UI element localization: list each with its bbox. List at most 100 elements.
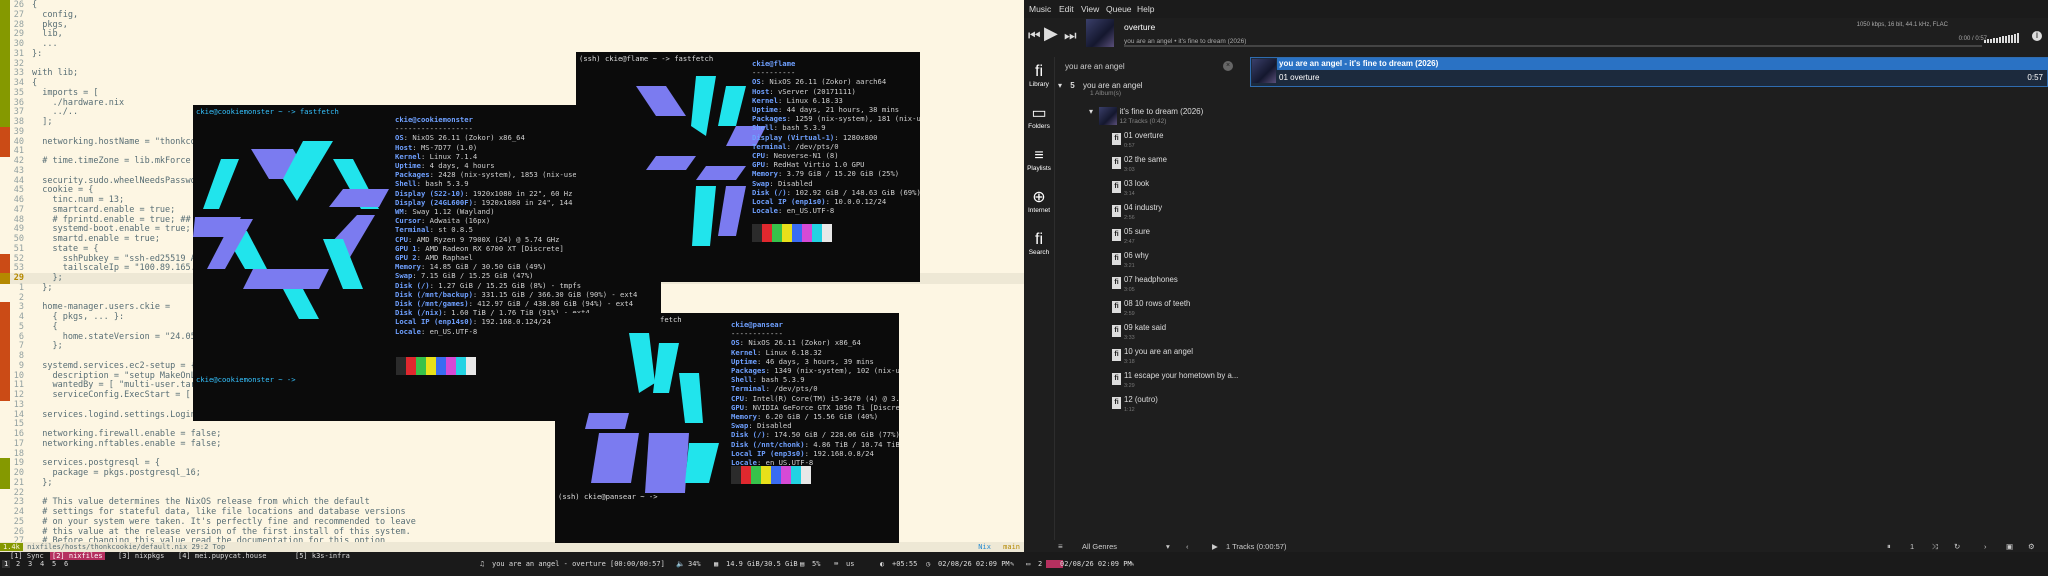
track-item[interactable]: fi 06 why 3:21 — [1112, 251, 1242, 275]
workspace-1[interactable]: 1 — [2, 560, 11, 568]
tab-folders[interactable]: ▭ Folders — [1024, 105, 1054, 130]
now-playing-album-art[interactable] — [1086, 19, 1114, 47]
taskbar: 1 2 3 4 5 6 [1] Sync [2] nixfiles [3] ni… — [0, 552, 2048, 576]
menu-icon[interactable]: ≡ — [1058, 542, 1063, 551]
track-item[interactable]: fi 03 look 3:14 — [1112, 179, 1242, 203]
track-item[interactable]: fi 01 overture 0:57 — [1112, 131, 1242, 155]
repeat-icon[interactable]: ↻ — [1954, 542, 1960, 551]
fetch-key: Locale — [395, 326, 421, 336]
genre-dropdown-icon[interactable]: ▾ — [1166, 542, 1170, 551]
workspace-2-right[interactable]: 2 — [1038, 560, 1042, 568]
fetch-line: Swap: Disabled — [752, 179, 813, 188]
track-duration: 3:33 — [1124, 335, 1135, 341]
tab-search[interactable]: fi Search — [1024, 231, 1054, 256]
previous-track-button[interactable]: ⏮ — [1028, 28, 1041, 42]
next-icon[interactable]: › — [1984, 542, 1987, 551]
playlist-pane[interactable]: you are an angel - it's fine to dream (2… — [1246, 57, 2048, 540]
track-item[interactable]: fi 08 10 rows of teeth 2:59 — [1112, 299, 1242, 323]
fetch-line: OS: NixOS 26.11 (Zokor) x86_64 — [395, 133, 525, 142]
track-item[interactable]: fi 12 (outro) 1:12 — [1112, 395, 1242, 419]
menu-view[interactable]: View — [1081, 4, 1099, 14]
menu-queue[interactable]: Queue — [1106, 4, 1132, 14]
tab-label: Internet — [1027, 207, 1051, 214]
save-icon[interactable]: ▣ — [2006, 542, 2013, 551]
fetch-value: 44 days, 21 hours, 38 mins — [786, 105, 900, 114]
playlist-album-group[interactable]: you are an angel - it's fine to dream (2… — [1250, 57, 2048, 87]
track-item[interactable]: fi 04 industry 2:56 — [1112, 203, 1242, 227]
music-player-window[interactable]: Music Edit View Queue Help ⏮ ▶ ⏭ overtur… — [1024, 0, 2048, 552]
info-icon[interactable]: i — [2032, 31, 2042, 41]
workspace-2[interactable]: 2 — [16, 560, 20, 568]
terminal-flame[interactable]: (ssh) ckie@flame ~ -> fastfetch ckie@fla… — [576, 52, 920, 282]
tab-sync[interactable]: [1] Sync — [10, 552, 44, 560]
track-item[interactable]: fi 02 the same 3:03 — [1112, 155, 1242, 179]
track-name: 10 you are an angel — [1124, 347, 1193, 356]
album-node[interactable]: ▾ it's fine to dream (2026) 12 Tracks (0… — [1089, 107, 1203, 125]
track-duration: 3:14 — [1124, 191, 1135, 197]
line-text: package = pkgs.postgresql_16; — [32, 468, 201, 478]
genre-select[interactable]: All Genres — [1082, 542, 1117, 551]
fetch-line: Disk (/): 174.50 GiB / 228.06 GiB (77%) … — [731, 430, 899, 439]
fetch-key: Swap — [752, 178, 770, 188]
collapse-arrow-icon[interactable]: ▾ — [1058, 81, 1062, 90]
workspace-5[interactable]: 5 — [52, 560, 56, 568]
menu-help[interactable]: Help — [1137, 4, 1154, 14]
collapse-panel-icon[interactable]: ‹ — [1186, 542, 1189, 551]
line-text: tailscaleIp = "100.89.165.81"; — [32, 263, 217, 274]
play-playlist-icon[interactable]: ▶ — [1212, 542, 1218, 551]
next-track-button[interactable]: ⏭ — [1064, 28, 1077, 42]
tab-playlists[interactable]: ≡ Playlists — [1024, 147, 1054, 172]
playlist-album-header[interactable]: you are an angel - it's fine to dream (2… — [1277, 58, 2048, 70]
pause-icon[interactable]: ⏸ — [1887, 542, 1891, 552]
fetch-value: Neoverse-N1 (8) — [773, 151, 839, 160]
tab-library[interactable]: fi Library — [1024, 63, 1054, 88]
track-item[interactable]: fi 07 headphones 3:05 — [1112, 275, 1242, 299]
playlist-row[interactable]: 01 overture 0:57 — [1277, 72, 2047, 84]
terminal-pansear[interactable]: fetch ckie@pansear ------------ OS: NixOS … — [555, 313, 899, 543]
fetch-key: Local IP (enp1s0) — [752, 197, 826, 206]
fetch-key: Disk (/nnt/chonk) — [731, 439, 805, 449]
track-item[interactable]: fi 05 sure 2:47 — [1112, 227, 1242, 251]
track-duration: 1:12 — [1124, 407, 1135, 413]
fetch-line: CPU: Neoverse-N1 (8) — [752, 151, 839, 160]
seek-bar[interactable] — [1124, 45, 1982, 47]
artist-node[interactable]: ▾ 5 you are an angel 1 Album(s) — [1058, 81, 1143, 97]
volume-slider[interactable] — [1984, 33, 2020, 43]
track-item[interactable]: fi 09 kate said 3:33 — [1112, 323, 1242, 347]
workspace-6[interactable]: 6 — [64, 560, 68, 568]
workspace-4[interactable]: 4 — [40, 560, 44, 568]
tab-mei[interactable]: [4] mei.pupycat.house — [178, 552, 267, 560]
line-text: config, — [32, 9, 79, 20]
fetch-header: ckie@cookiemonster — [395, 115, 473, 124]
shuffle-icon[interactable]: ⤨ — [1932, 542, 1938, 552]
clear-search-icon[interactable]: × — [1223, 61, 1233, 71]
line-text: { — [32, 78, 38, 88]
repeat-one-icon[interactable]: 1 — [1910, 542, 1914, 551]
track-item[interactable]: fi 11 escape your hometown by a... 3:29 — [1112, 371, 1242, 395]
collapse-arrow-icon[interactable]: ▾ — [1089, 107, 1093, 116]
volume-bar — [1996, 37, 1998, 43]
fetch-value: 2428 (nix-system), 1853 (nix-user) — [438, 170, 586, 180]
status-volume[interactable]: 34% — [688, 560, 701, 568]
search-input[interactable]: you are an angel — [1065, 62, 1125, 71]
tab-nixpkgs[interactable]: [3] nixpkgs — [118, 552, 164, 560]
workspace-3[interactable]: 3 — [28, 560, 32, 568]
status-music[interactable]: you are an angel - overture [00:00/00:57… — [492, 560, 665, 568]
line-text: # on your system were taken. It's perfec… — [32, 516, 416, 527]
tab-label: Folders — [1028, 123, 1050, 130]
settings-icon[interactable]: ⚙ — [2028, 542, 2035, 551]
library-pane[interactable]: you are an angel × ▾ 5 you are an angel … — [1055, 57, 1245, 540]
status-cpu: 5% — [812, 560, 821, 568]
library-search[interactable]: you are an angel × — [1059, 60, 1239, 74]
tab-k3s[interactable]: [5] k3s-infra — [295, 552, 350, 560]
track-item[interactable]: fi 10 you are an angel 3:18 — [1112, 347, 1242, 371]
tab-internet[interactable]: ⊕ Internet — [1024, 189, 1054, 214]
menu-edit[interactable]: Edit — [1059, 4, 1074, 14]
folders-icon: ▭ — [1031, 105, 1047, 122]
status-locale[interactable]: us — [846, 560, 854, 568]
fetch-colon: : — [412, 142, 421, 152]
tab-nixfiles[interactable]: [2] nixfiles — [50, 552, 105, 560]
fetch-key: Display (S22-10) — [395, 188, 465, 198]
menu-music[interactable]: Music — [1029, 4, 1051, 14]
play-button[interactable]: ▶ — [1044, 24, 1058, 42]
